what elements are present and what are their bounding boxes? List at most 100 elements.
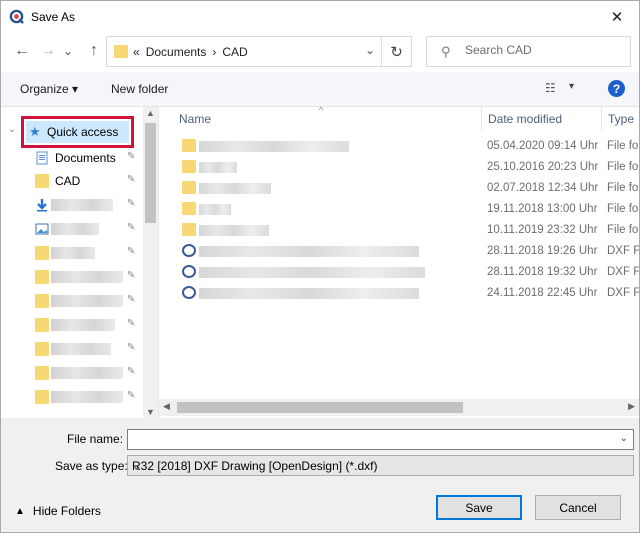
new-folder-button[interactable]: New folder: [111, 82, 168, 96]
table-row[interactable]: 05.04.2020 09:14 Uhr File fo: [159, 136, 639, 157]
table-row[interactable]: 28.11.2018 19:26 Uhr DXF Fi: [159, 241, 639, 262]
expand-chevron-icon[interactable]: ⌄: [8, 124, 16, 135]
sidebar-item-label: Documents: [55, 151, 116, 165]
back-button[interactable]: ←: [11, 40, 33, 62]
save-type-select[interactable]: R32 [2018] DXF Drawing [OpenDesign] (*.d…: [127, 455, 634, 476]
organize-button[interactable]: Organize ▾: [20, 82, 78, 96]
file-date: 05.04.2020 09:14 Uhr: [487, 140, 599, 152]
folder-icon: [35, 366, 49, 380]
blurred-file-name: [199, 246, 419, 257]
file-type: DXF Fi: [607, 266, 639, 278]
column-header-name[interactable]: Name: [173, 107, 481, 131]
address-dropdown-icon[interactable]: ⌄: [365, 43, 375, 57]
folder-icon: [114, 45, 128, 58]
sidebar-item-downloads[interactable]: ✎: [1, 194, 141, 216]
table-row[interactable]: 02.07.2018 12:34 Uhr File fo: [159, 178, 639, 199]
folder-icon: [35, 342, 49, 356]
breadcrumb-separator-icon[interactable]: ›: [212, 45, 216, 59]
hide-folders-button[interactable]: ▲ Hide Folders: [15, 504, 101, 518]
chevron-down-icon[interactable]: ⌄: [132, 459, 628, 473]
sidebar-item-documents[interactable]: Documents ✎: [1, 147, 141, 169]
chevron-down-icon: ⌄: [62, 44, 74, 58]
folder-icon: [35, 270, 49, 284]
sidebar-item-folder[interactable]: ✎: [1, 338, 141, 360]
blurred-label: [51, 391, 123, 403]
blurred-label: [51, 295, 123, 307]
forward-button[interactable]: →: [37, 40, 59, 62]
window-title: Save As: [31, 10, 76, 24]
table-row[interactable]: 24.11.2018 22:45 Uhr DXF Fi: [159, 283, 639, 304]
app-icon: [9, 9, 24, 24]
blurred-label: [51, 319, 115, 331]
scroll-up-icon[interactable]: ▲: [146, 108, 155, 118]
file-type: File fo: [607, 224, 639, 236]
blurred-file-name: [199, 183, 271, 194]
column-header-date[interactable]: Date modified: [482, 107, 601, 131]
close-button[interactable]: ✕: [595, 1, 639, 32]
sidebar-item-folder[interactable]: ✎: [1, 266, 141, 288]
search-input[interactable]: [465, 43, 625, 57]
scroll-right-icon[interactable]: ▶: [628, 401, 635, 412]
view-options-icon[interactable]: ☷: [545, 81, 556, 95]
column-header-label: Name: [179, 112, 212, 126]
up-button[interactable]: ↑: [83, 40, 105, 62]
refresh-button[interactable]: ↻: [381, 37, 411, 66]
breadcrumb-documents[interactable]: Documents: [146, 45, 207, 59]
folder-icon: [182, 223, 196, 236]
sidebar-item-folder[interactable]: ✎: [1, 314, 141, 336]
save-form: File name: ⌄ Save as type: R32 [2018] DX…: [1, 418, 639, 532]
file-name-field[interactable]: ⌄: [127, 429, 634, 450]
blurred-file-name: [199, 141, 349, 152]
save-as-dialog: Save As ✕ ← → ⌄ ↑ « Documents › CAD ⌄ ↻ …: [0, 0, 640, 533]
file-type: File fo: [607, 203, 639, 215]
pin-icon: ✎: [127, 174, 136, 185]
sidebar-item-folder[interactable]: ✎: [1, 362, 141, 384]
save-button[interactable]: Save: [436, 495, 522, 520]
blurred-file-name: [199, 288, 419, 299]
sidebar-item-label: CAD: [55, 174, 81, 188]
sidebar-item-label: Quick access: [47, 125, 119, 139]
blurred-file-name: [199, 267, 425, 278]
folder-icon: [35, 318, 49, 332]
folder-icon: [182, 160, 196, 173]
file-date: 02.07.2018 12:34 Uhr: [487, 182, 599, 194]
scroll-left-icon[interactable]: ◀: [163, 401, 170, 412]
folder-icon: [182, 202, 196, 215]
star-icon: ★: [29, 124, 41, 139]
table-row[interactable]: 19.11.2018 13:00 Uhr File fo: [159, 199, 639, 220]
breadcrumb-overflow-icon[interactable]: «: [133, 45, 140, 59]
table-row[interactable]: 28.11.2018 19:32 Uhr DXF Fi: [159, 262, 639, 283]
address-bar[interactable]: « Documents › CAD ⌄ ↻: [106, 36, 412, 67]
table-row[interactable]: 25.10.2016 20:23 Uhr File fo: [159, 157, 639, 178]
pictures-icon: [35, 223, 49, 235]
file-date: 28.11.2018 19:26 Uhr: [487, 245, 598, 257]
chevron-down-icon[interactable]: ⌄: [620, 433, 628, 444]
scroll-down-icon[interactable]: ▼: [146, 407, 155, 417]
help-icon[interactable]: ?: [608, 80, 625, 97]
scrollbar-thumb[interactable]: [177, 402, 463, 413]
file-list-scrollbar[interactable]: ◀ ▶: [159, 399, 639, 416]
pin-icon: ✎: [127, 246, 136, 257]
column-header-type[interactable]: Type: [602, 107, 639, 131]
cancel-button[interactable]: Cancel: [535, 495, 621, 520]
blurred-label: [51, 247, 95, 259]
search-icon: ⚲: [441, 44, 451, 59]
dxf-file-icon: [182, 265, 196, 278]
blurred-file-name: [199, 162, 237, 173]
sidebar-item-folder[interactable]: ✎: [1, 386, 141, 408]
file-name-input[interactable]: [131, 432, 611, 446]
sidebar-item-cad[interactable]: CAD ✎: [1, 170, 141, 192]
sidebar-item-quick-access[interactable]: ★ Quick access: [21, 116, 134, 148]
breadcrumb-cad[interactable]: CAD: [222, 45, 247, 59]
search-box[interactable]: ⚲: [426, 36, 631, 67]
recent-locations-button[interactable]: ⌄: [61, 40, 75, 62]
sidebar-item-folder[interactable]: ✎: [1, 242, 141, 264]
forward-arrow-icon: →: [40, 42, 56, 59]
scrollbar-thumb[interactable]: [145, 123, 156, 223]
sidebar-item-folder[interactable]: ✎: [1, 290, 141, 312]
up-arrow-icon: ↑: [90, 42, 98, 59]
table-row[interactable]: 10.11.2019 23:32 Uhr File fo: [159, 220, 639, 241]
view-dropdown-icon[interactable]: ▾: [569, 81, 574, 92]
navigation-pane-scrollbar[interactable]: ▲ ▼: [143, 107, 158, 418]
sidebar-item-pictures[interactable]: ✎: [1, 218, 141, 240]
